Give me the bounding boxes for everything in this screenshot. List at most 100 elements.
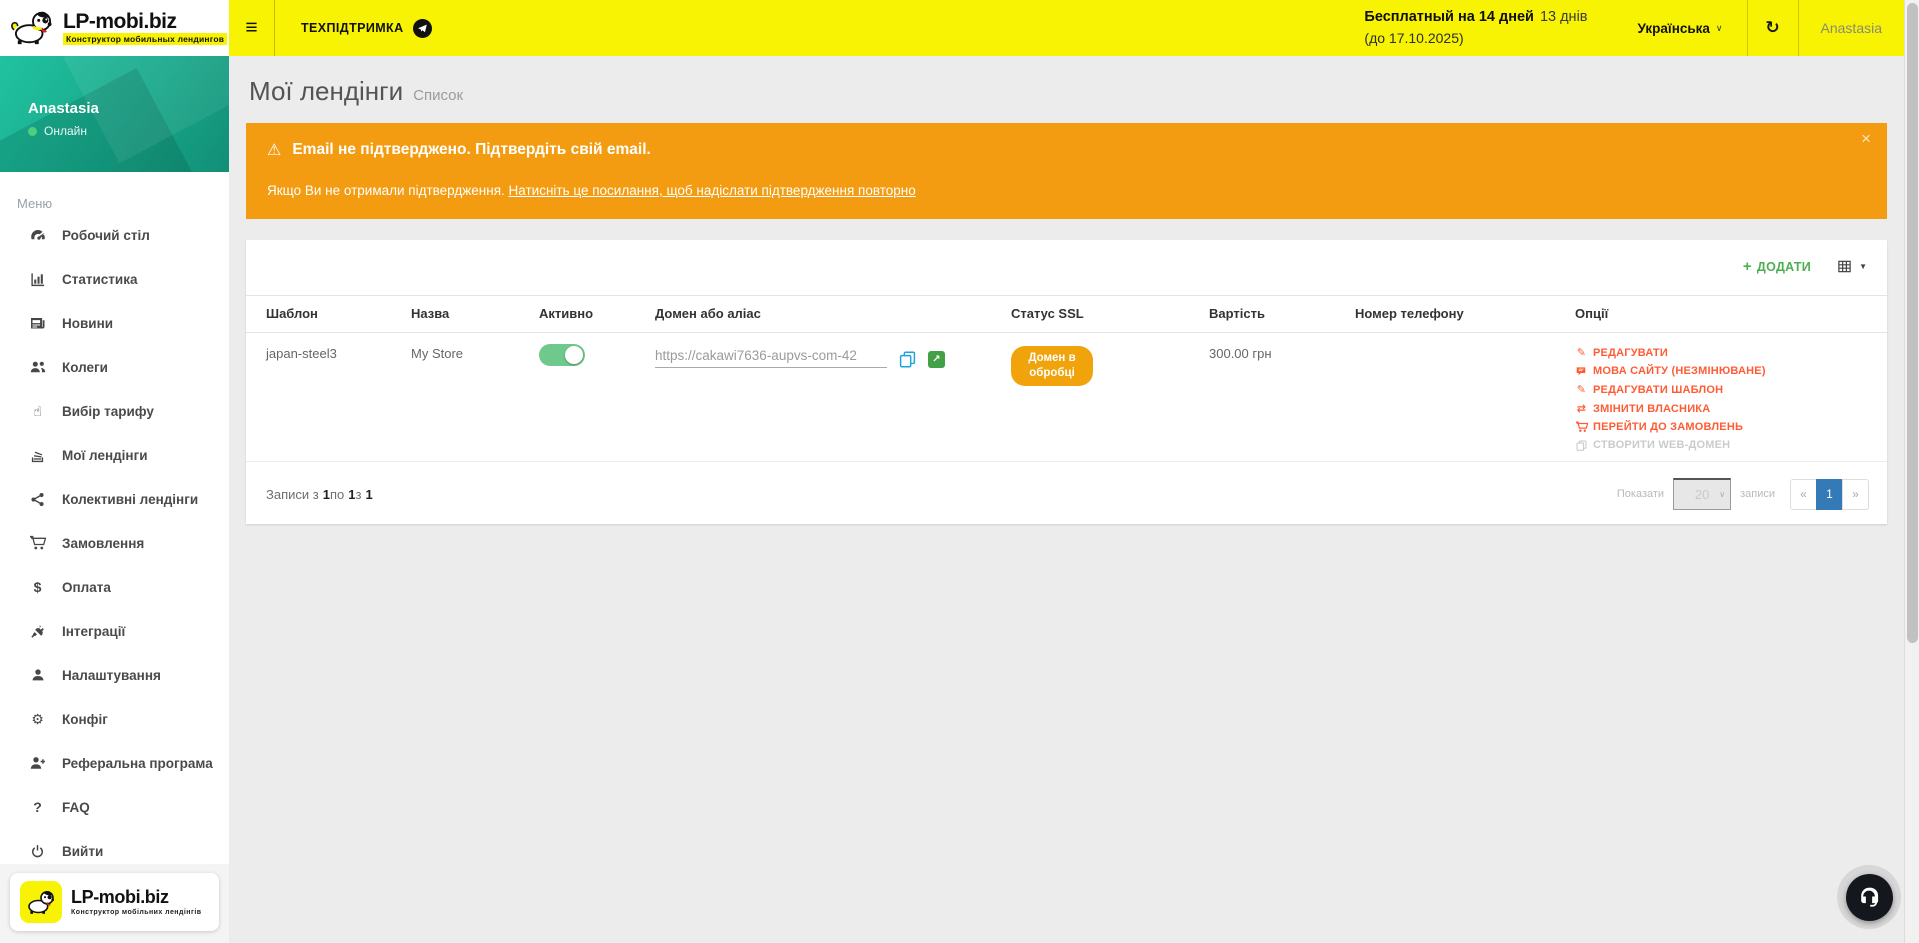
footer-logo[interactable]: LP-mobi.biz Конструктор мобільних лендін… xyxy=(10,873,219,931)
table-row: japan-steel3 My Store ↗ xyxy=(246,333,1887,462)
email-alert: ⚠ Email не підтверджено. Підтвердіть сві… xyxy=(246,123,1887,219)
support-button[interactable]: ТЕХПІДТРИМКА xyxy=(275,0,460,56)
trial-days-left: 13 днів xyxy=(1540,9,1588,25)
copy-icon xyxy=(899,351,916,368)
page-size-select[interactable]: 20 ∨ xyxy=(1673,478,1731,510)
sidebar-menu: Робочий стіл Статистика Новини Колеги ☝ … xyxy=(0,213,229,873)
close-icon[interactable]: × xyxy=(1861,129,1871,149)
sidebar-item-dashboard[interactable]: Робочий стіл xyxy=(0,213,229,257)
bar-chart-icon xyxy=(28,272,47,287)
telegram-icon xyxy=(413,19,432,38)
active-toggle[interactable] xyxy=(539,344,585,366)
sidebar-item-my-landings[interactable]: Мої лендінги xyxy=(0,433,229,477)
newspaper-icon xyxy=(28,315,47,331)
sidebar-item-referral[interactable]: Реферальна програма xyxy=(0,741,229,785)
landings-card: + ДОДАТИ ▼ Шаблон Назва Активно Домен аб… xyxy=(246,240,1887,524)
change-owner-link[interactable]: ⇄ ЗМІНИТИ ВЛАСНИКА xyxy=(1575,402,1879,415)
open-domain-button[interactable]: ↗ xyxy=(928,351,945,368)
user-panel: Anastasia Онлайн xyxy=(0,56,229,172)
dollar-icon: $ xyxy=(28,579,47,595)
sidebar-item-orders[interactable]: Замовлення xyxy=(0,521,229,565)
sidebar-item-settings[interactable]: Налаштування xyxy=(0,653,229,697)
hamburger-menu-icon[interactable]: ≡ xyxy=(229,0,275,56)
next-page-button[interactable]: » xyxy=(1842,479,1869,510)
pagination-row: Записи з1по1з1 Показати 20 ∨ записи « 1 … xyxy=(246,462,1887,516)
online-status: Онлайн xyxy=(28,124,229,138)
sidebar-item-colleagues[interactable]: Колеги xyxy=(0,345,229,389)
hand-pointer-icon: ☝ xyxy=(28,403,47,420)
sidebar-item-payment[interactable]: $ Оплата xyxy=(0,565,229,609)
edit-link[interactable]: ✎ РЕДАГУВАТИ xyxy=(1575,346,1879,359)
logo-title: LP-mobi.biz xyxy=(63,11,227,33)
trial-info: Бесплатный на 14 дней13 днів (до 17.10.2… xyxy=(1364,0,1613,56)
dashboard-icon xyxy=(28,227,47,243)
current-page-button[interactable]: 1 xyxy=(1816,479,1843,510)
dog-mascot-icon xyxy=(10,9,56,47)
table-header-row: Шаблон Назва Активно Домен або аліас Ста… xyxy=(246,296,1887,333)
logo-tagline: Конструктор мобильных лендингов xyxy=(63,33,227,45)
alert-body-text: Якщо Ви не отримали підтвердження. xyxy=(267,183,509,198)
cart-icon xyxy=(28,535,47,551)
column-header-ssl: Статус SSL xyxy=(1003,296,1201,333)
user-menu[interactable]: Anastasia xyxy=(1799,0,1904,56)
edit-template-link[interactable]: ✎ РЕДАГУВАТИ ШАБЛОН xyxy=(1575,383,1879,396)
column-header-phone: Номер телефону xyxy=(1347,296,1567,333)
power-icon xyxy=(28,844,47,859)
page-header: Мої лендінги Список xyxy=(246,56,1887,123)
users-icon xyxy=(28,359,47,375)
user-plus-icon xyxy=(28,755,47,771)
sidebar-item-config[interactable]: ⚙ Конфіг xyxy=(0,697,229,741)
footer-logo-tagline: Конструктор мобільних лендінгів xyxy=(71,909,201,916)
page-title: Мої лендінги xyxy=(249,76,403,107)
table-view-button[interactable]: ▼ xyxy=(1837,259,1867,274)
go-to-orders-link[interactable]: ПЕРЕЙТИ ДО ЗАМОВЛЕНЬ xyxy=(1575,421,1879,433)
app-logo[interactable]: LP-mobi.biz Конструктор мобильных лендин… xyxy=(0,0,229,56)
footer-logo-title: LP-mobi.biz xyxy=(71,888,201,908)
prev-page-button[interactable]: « xyxy=(1790,479,1817,510)
options-cell: ✎ РЕДАГУВАТИ МОВА САЙТУ (НЕЗМІНЮВАНЕ) ✎ … xyxy=(1575,346,1879,451)
copy-domain-button[interactable] xyxy=(899,351,916,368)
clone-icon xyxy=(1575,440,1588,451)
show-label: Показати xyxy=(1617,488,1664,500)
alert-title: Email не підтверджено. Підтвердіть свій … xyxy=(292,141,650,159)
plus-icon: + xyxy=(1743,258,1752,275)
refresh-button[interactable]: ↻ xyxy=(1747,0,1799,56)
column-header-options: Опції xyxy=(1567,296,1887,333)
column-header-name: Назва xyxy=(403,296,531,333)
support-label: ТЕХПІДТРИМКА xyxy=(301,21,404,35)
records-info: Записи з1по1з1 xyxy=(266,487,373,502)
resend-confirmation-link[interactable]: Натисніть це посилання, щоб надіслати пі… xyxy=(509,183,916,198)
exchange-icon: ⇄ xyxy=(1575,402,1588,415)
sidebar-item-statistics[interactable]: Статистика xyxy=(0,257,229,301)
sidebar-user-name: Anastasia xyxy=(28,100,229,117)
user-icon xyxy=(28,668,47,682)
trial-until: (до 17.10.2025) xyxy=(1364,28,1587,49)
name-cell: My Store xyxy=(403,333,531,462)
main-content: Мої лендінги Список ⚠ Email не підтвердж… xyxy=(229,56,1904,943)
sidebar-footer: LP-mobi.biz Конструктор мобільних лендін… xyxy=(0,864,229,943)
sidebar-item-faq[interactable]: ? FAQ xyxy=(0,785,229,829)
sidebar-item-integrations[interactable]: Інтеграції xyxy=(0,609,229,653)
domain-input[interactable] xyxy=(655,346,887,368)
sidebar-item-tariff[interactable]: ☝ Вибір тарифу xyxy=(0,389,229,433)
gears-icon: ⚙ xyxy=(28,711,47,728)
grid-icon xyxy=(1837,259,1852,274)
chat-widget-button[interactable] xyxy=(1837,865,1901,929)
column-header-active: Активно xyxy=(531,296,647,333)
sidebar: Anastasia Онлайн Меню Робочий стіл Стати… xyxy=(0,56,229,943)
sidebar-item-collective-landings[interactable]: Колективні лендінги xyxy=(0,477,229,521)
online-status-dot-icon xyxy=(28,127,37,136)
column-header-template: Шаблон xyxy=(246,296,403,333)
language-select[interactable]: Українська ∨ xyxy=(1614,0,1747,56)
warning-icon: ⚠ xyxy=(267,140,281,160)
site-language-link[interactable]: МОВА САЙТУ (НЕЗМІНЮВАНЕ) xyxy=(1575,365,1879,377)
scrollbar-thumb[interactable] xyxy=(1907,3,1918,643)
sidebar-item-news[interactable]: Новини xyxy=(0,301,229,345)
vertical-scrollbar[interactable] xyxy=(1904,0,1919,943)
create-web-domain-link[interactable]: СТВОРИТИ WEB-ДОМЕН xyxy=(1575,439,1879,451)
add-button[interactable]: + ДОДАТИ xyxy=(1743,258,1811,275)
top-header: LP-mobi.biz Конструктор мобильных лендин… xyxy=(0,0,1904,56)
price-cell: 300.00 грн xyxy=(1201,333,1347,462)
landings-table: Шаблон Назва Активно Домен або аліас Ста… xyxy=(246,295,1887,462)
ssl-status-badge: Домен в обробці xyxy=(1011,346,1093,386)
